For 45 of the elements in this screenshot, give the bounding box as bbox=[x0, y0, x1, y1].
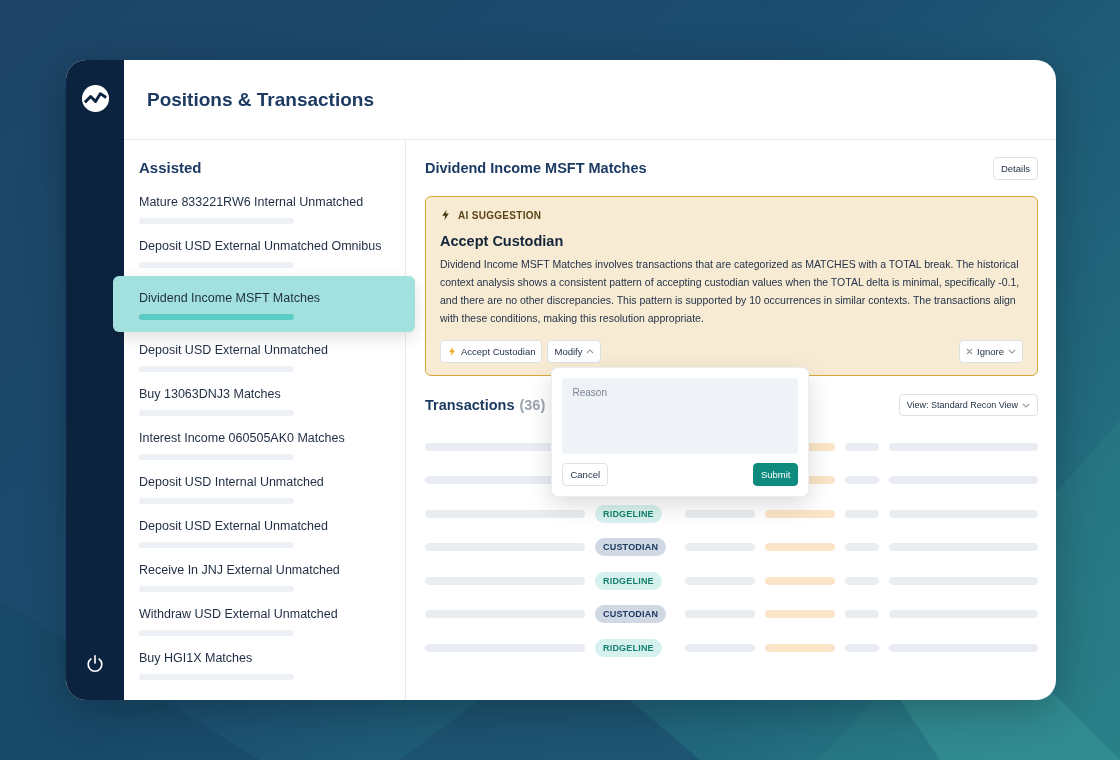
submit-button[interactable]: Submit bbox=[752, 463, 799, 486]
source-tag: RIDGELINE bbox=[595, 571, 662, 590]
list-item[interactable]: Deposit USD Internal Unmatched bbox=[124, 466, 405, 510]
skeleton-bar bbox=[765, 610, 835, 619]
list-item[interactable]: Deposit USD External Unmatched bbox=[124, 510, 405, 554]
cancel-button[interactable]: Cancel bbox=[562, 463, 609, 486]
source-tag: CUSTODIAN bbox=[595, 538, 667, 557]
lightning-icon bbox=[447, 346, 457, 357]
close-icon bbox=[966, 348, 974, 355]
power-icon[interactable] bbox=[85, 654, 105, 674]
suggestion-title: Accept Custodian bbox=[440, 233, 565, 249]
details-button[interactable]: Details bbox=[992, 156, 1038, 180]
section-heading: Assisted bbox=[138, 158, 203, 178]
list-item[interactable]: Buy 13063DNJ3 Matches bbox=[124, 378, 405, 422]
skeleton-bar bbox=[765, 543, 835, 552]
logo-icon bbox=[80, 84, 110, 113]
skeleton-bar bbox=[765, 576, 835, 585]
list-item[interactable]: Deposit USD External Unmatched Omnibus bbox=[124, 230, 405, 274]
list-item[interactable]: Interest Income 060505AK0 Matches bbox=[124, 422, 405, 466]
list-item[interactable]: Deposit USD External Unmatched bbox=[124, 334, 405, 378]
detail-title: Dividend Income MSFT Matches bbox=[425, 160, 647, 176]
list-item[interactable]: Withdraw USD External Unmatched bbox=[124, 598, 405, 642]
modify-button[interactable]: Modify bbox=[547, 340, 602, 363]
reason-field[interactable]: Reason bbox=[562, 378, 799, 454]
skeleton-bar bbox=[685, 509, 755, 518]
list-item[interactable]: Mature 833221RW6 Internal Unmatched bbox=[124, 186, 405, 230]
count-label: (36) bbox=[519, 397, 546, 413]
source-tag: RIDGELINE bbox=[595, 504, 662, 523]
suggestion-label: AI SUGGESTION bbox=[458, 209, 542, 221]
list-item[interactable]: Dividend Income MSFT Matches bbox=[113, 276, 415, 332]
source-tag: RIDGELINE bbox=[595, 638, 662, 657]
suggestion-text: Dividend Income MSFT Matches involves transactions that are categorized as MATCHES with a TOTAL break. The historical context analysis shows a consistent pattern of accepting custodian values when the TOTAL delta is minimal, specifically -0.1, and there are no other discrepancies. This pattern is supported by 10 occurrences in similar contexts. The transactions align with these conditions, making this resolution appropriate. bbox=[440, 257, 1021, 326]
view-dropdown[interactable]: View: Standard Recon View bbox=[898, 394, 1038, 416]
chevron-icon bbox=[1022, 402, 1030, 408]
chevron-icon bbox=[1008, 349, 1016, 354]
section-title: Transactions bbox=[425, 397, 515, 413]
lightning-icon bbox=[440, 209, 451, 221]
list-item[interactable]: Buy HGI1X Matches bbox=[124, 642, 405, 686]
skeleton-bar bbox=[765, 509, 835, 518]
page-title: Positions & Transactions bbox=[147, 88, 374, 111]
ignore-button[interactable]: Ignore bbox=[959, 340, 1023, 363]
source-tag: CUSTODIAN bbox=[595, 605, 667, 624]
accept-button[interactable]: Accept Custodian bbox=[440, 340, 543, 363]
list-item[interactable]: Receive In JNJ External Unmatched bbox=[124, 554, 405, 598]
skeleton-bar bbox=[765, 643, 835, 652]
